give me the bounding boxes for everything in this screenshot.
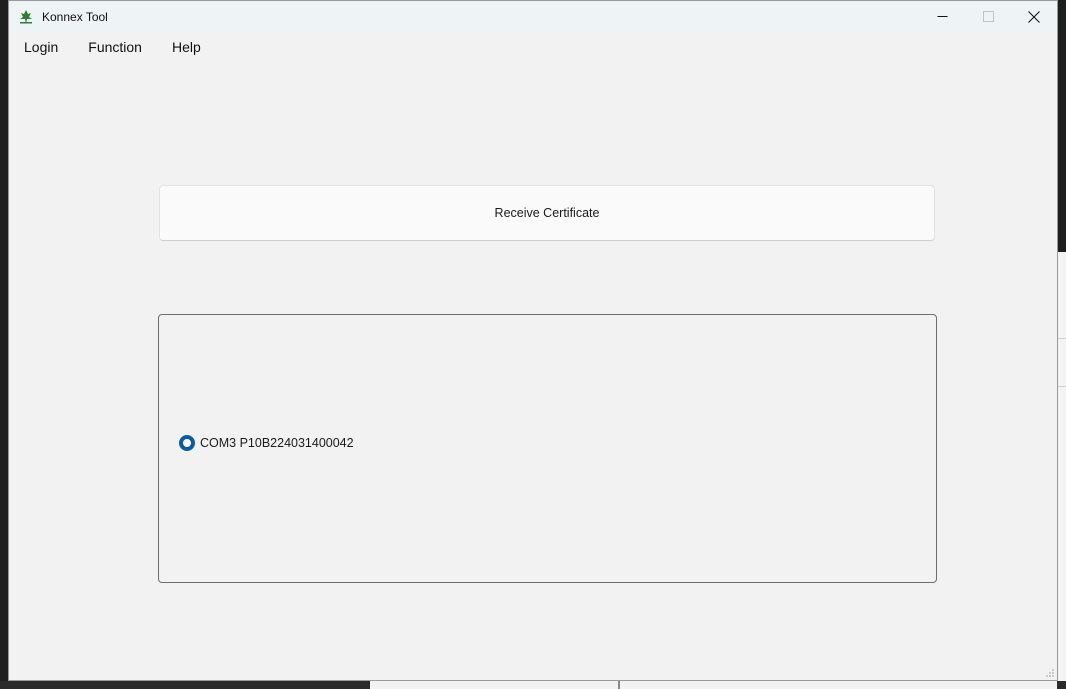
minimize-button[interactable]: [919, 1, 965, 32]
background-panel-right: [1057, 252, 1066, 689]
background-window-strip-2: [620, 681, 1057, 689]
port-radio-button[interactable]: [179, 435, 195, 451]
receive-certificate-button[interactable]: Receive Certificate: [159, 185, 935, 241]
close-icon: [1028, 10, 1040, 23]
port-label: COM3 P10B224031400042: [200, 436, 354, 450]
maximize-icon: [982, 11, 994, 22]
background-window-strip: [370, 681, 620, 689]
title-bar[interactable]: Konnex Tool: [9, 1, 1057, 32]
port-selection-group: COM3 P10B224031400042: [158, 314, 937, 583]
close-button[interactable]: [1011, 1, 1057, 32]
window-title: Konnex Tool: [42, 9, 108, 24]
maximize-button[interactable]: [965, 1, 1011, 32]
window-controls: [919, 1, 1057, 32]
app-logo-icon: [19, 9, 33, 25]
menu-bar: Login Function Help: [9, 32, 1057, 62]
menu-function[interactable]: Function: [73, 32, 157, 62]
menu-login[interactable]: Login: [9, 32, 73, 62]
app-window: Konnex Tool Login Function Help Receive …: [8, 0, 1058, 681]
resize-grip-icon[interactable]: [1045, 668, 1055, 678]
menu-help[interactable]: Help: [157, 32, 216, 62]
minimize-icon: [937, 16, 947, 17]
port-option[interactable]: COM3 P10B224031400042: [179, 435, 354, 451]
